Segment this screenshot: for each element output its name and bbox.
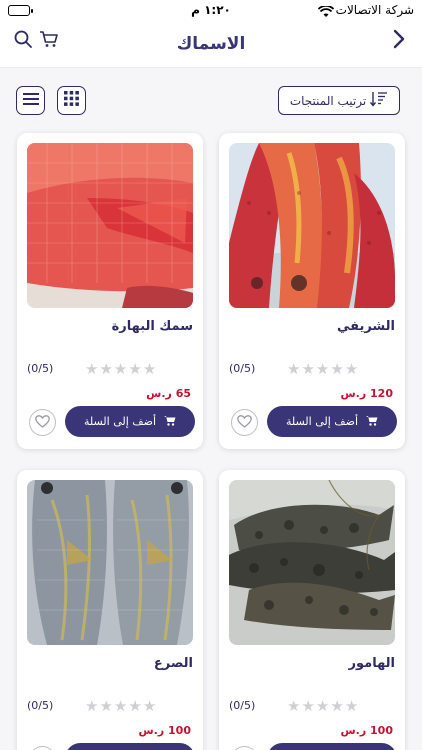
add-to-cart-label: أضف إلى السلة (83, 415, 157, 428)
product-card[interactable]: الصرع ★★★★★ (0/5) 100 ر.س أضف إلى السلة (17, 470, 203, 750)
page-title: الاسماك (176, 34, 246, 54)
star-icon: ★ (301, 697, 315, 715)
add-to-cart-button[interactable]: أضف إلى السلة (65, 406, 195, 437)
sort-label: ترتيب المنتجات (289, 93, 367, 108)
product-image[interactable] (229, 480, 395, 645)
star-icon: ★ (113, 697, 128, 715)
rating-value: (0/5) (27, 362, 54, 375)
chevron-right-icon[interactable] (386, 26, 412, 52)
rating-stars: ★ ★ ★ ★ ★ (287, 362, 358, 377)
product-name[interactable]: الهامور (349, 656, 395, 671)
product-price: 120 ر.س (340, 387, 394, 400)
add-to-cart-button[interactable]: أضف إلى السلة (267, 406, 397, 437)
heart-icon (35, 413, 50, 432)
list-view-button[interactable] (16, 86, 45, 115)
star-icon: ★ (287, 360, 301, 378)
rating-value: (0/5) (229, 699, 256, 712)
star-icon: ★ (113, 360, 128, 378)
favorite-button[interactable] (29, 409, 56, 436)
star-icon: ★ (287, 697, 301, 715)
star-icon: ★ (99, 360, 113, 378)
product-name[interactable]: الشريفي (337, 319, 395, 334)
star-icon: ★ (344, 697, 359, 715)
star-icon: ★ (142, 697, 157, 715)
sort-products-button[interactable]: ترتيب المنتجات (278, 86, 400, 115)
star-icon: ★ (99, 697, 113, 715)
product-price: 65 ر.س (146, 387, 191, 400)
star-icon: ★ (85, 697, 99, 715)
rating-stars: ★ ★ ★ ★ ★ (287, 699, 358, 714)
product-card[interactable]: الهامور ★★★★★ (0/5) 100 ر.س أضف إلى السل… (219, 470, 405, 750)
app-header: الاسماك (0, 22, 422, 68)
star-icon: ★ (142, 360, 157, 378)
add-to-cart-button[interactable]: أضف إلى السلة (65, 743, 195, 750)
star-icon: ★ (128, 697, 142, 715)
star-icon: ★ (344, 360, 359, 378)
product-toolbar: ترتيب المنتجات (0, 86, 422, 116)
clock: ١:٢٠ م (191, 3, 231, 17)
cart-add-icon (164, 415, 176, 429)
product-name[interactable]: الصرع (154, 656, 193, 671)
heart-icon (237, 413, 252, 432)
status-bar: شركة الاتصالات ١:٢٠ م (0, 0, 422, 22)
star-icon: ★ (128, 360, 142, 378)
sort-icon (370, 91, 388, 110)
star-icon: ★ (85, 360, 99, 378)
star-icon: ★ (315, 360, 330, 378)
product-price: 100 ر.س (340, 724, 394, 737)
rating-value: (0/5) (27, 699, 54, 712)
list-view-icon (22, 91, 39, 110)
product-image[interactable] (27, 143, 193, 308)
add-to-cart-label: أضف إلى السلة (285, 415, 359, 428)
star-icon: ★ (301, 360, 315, 378)
product-name[interactable]: سمك البهارة (112, 319, 193, 334)
product-card[interactable]: سمك البهارة ★ ★ ★ ★ ★ (0/5) 65 ر.س أضف إلى ا… (17, 133, 203, 449)
grid-view-icon (64, 91, 79, 110)
battery-icon (8, 5, 33, 16)
favorite-button[interactable] (29, 746, 56, 750)
rating-stars: ★ ★ ★ ★ ★ (85, 362, 156, 377)
favorite-button[interactable] (231, 746, 258, 750)
rating-value: (0/5) (229, 362, 256, 375)
grid-view-button[interactable] (57, 86, 86, 115)
rating-stars: ★ ★ ★ ★ ★ (85, 699, 156, 714)
product-image[interactable] (27, 480, 193, 645)
product-card[interactable]: الشريفي ★ ★ ★ ★ ★ (0/5) 120 ر.س أضف إلى السل… (219, 133, 405, 449)
product-image[interactable] (229, 143, 395, 308)
cart-add-icon (366, 415, 378, 429)
star-icon: ★ (315, 697, 330, 715)
favorite-button[interactable] (231, 409, 258, 436)
add-to-cart-button[interactable]: أضف إلى السلة (267, 743, 397, 750)
product-price: 100 ر.س (138, 724, 192, 737)
star-icon: ★ (330, 360, 344, 378)
star-icon: ★ (330, 697, 344, 715)
